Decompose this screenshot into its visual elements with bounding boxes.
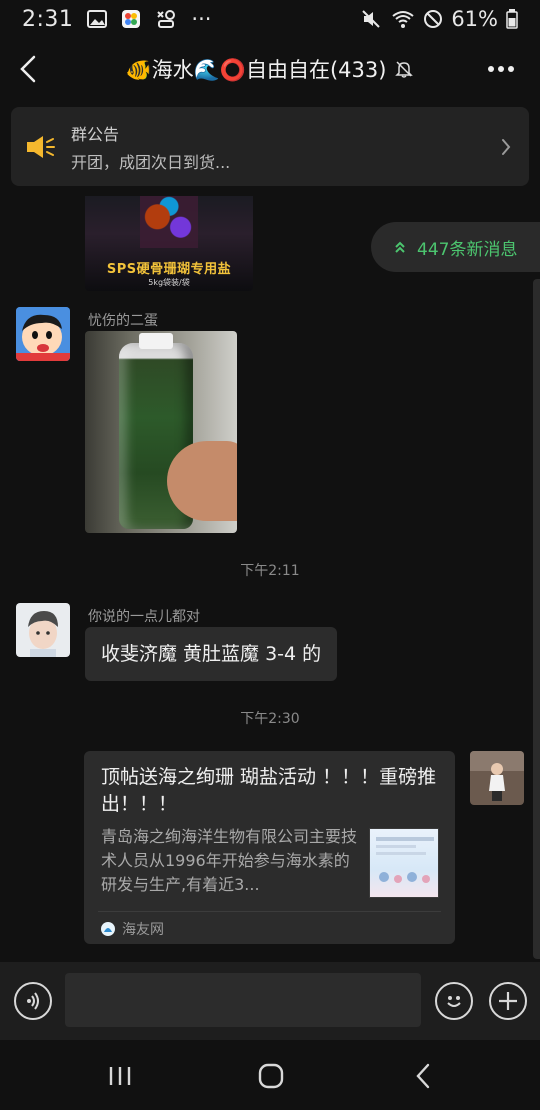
speaker-icon [11, 134, 71, 160]
wifi-icon [391, 9, 415, 29]
emoji-icon [447, 996, 461, 1007]
more-button[interactable] [484, 50, 518, 88]
sender-name: 你说的一点儿都对 [88, 609, 200, 625]
cartoon-avatar-icon [16, 307, 70, 361]
photos-app-icon [121, 9, 141, 29]
hand-image [167, 441, 237, 521]
person-photo-icon [470, 751, 524, 805]
message-input[interactable] [65, 973, 421, 1027]
recents-icon [109, 1067, 131, 1085]
person-avatar-icon [16, 603, 70, 657]
do-not-disturb-icon [423, 9, 443, 29]
image-message-bottle[interactable] [85, 331, 237, 533]
text-message-bubble[interactable]: 收斐济魔 黄肚蓝魔 3-4 的 [85, 627, 338, 681]
input-bar [0, 962, 540, 1040]
battery-percent: 61% [451, 7, 498, 31]
voice-button[interactable] [14, 982, 52, 1020]
sender-name: 忧伤的二蛋 [88, 313, 158, 329]
link-card-source: 海友网 [100, 919, 164, 939]
announcement-text: 群公告 开团，成团次日到货... [71, 121, 483, 173]
status-more-indicator: ··· [191, 7, 212, 31]
emoji-button[interactable] [435, 982, 473, 1020]
chevron-right-icon [483, 138, 529, 156]
group-announcement[interactable]: 群公告 开团，成团次日到货... [11, 107, 529, 186]
avatar[interactable] [16, 603, 70, 657]
image-caption: SPS硬骨珊瑚专用盐 [106, 262, 232, 277]
more-dots-icon [488, 66, 514, 72]
image-message-salt[interactable]: SPS硬骨珊瑚专用盐 5kg袋装/袋 [85, 196, 253, 291]
bottle-cap [139, 333, 173, 349]
recents-button[interactable] [90, 1056, 150, 1096]
image-subcaption: 5kg袋装/袋 [148, 278, 190, 287]
scrollbar[interactable] [533, 279, 540, 959]
announcement-body: 开团，成团次日到货... [71, 152, 231, 172]
site-logo-icon [101, 922, 115, 936]
product-image [140, 196, 198, 248]
status-time: 2:31 [22, 6, 74, 32]
timestamp: 下午2:11 [240, 563, 300, 579]
gallery-icon [87, 10, 108, 28]
chat-header: 🐠海水🌊⭕自由自在(433) [0, 38, 540, 100]
self-avatar[interactable] [470, 751, 524, 805]
plus-button[interactable] [489, 982, 527, 1020]
avatar[interactable] [16, 307, 70, 361]
link-card-thumbnail [369, 828, 439, 898]
status-right: 61% [361, 7, 518, 31]
announcement-title: 群公告 [71, 124, 120, 144]
link-card-description: 青岛海之绚海洋生物有限公司主要技术人员从1996年开始参与海水素的研发与生产,有… [101, 827, 358, 894]
link-card-message[interactable]: 顶帖送海之绚珊 瑚盐活动 ！！！重磅推出！！！ 青岛海之绚海洋生物有限公司主要技… [84, 751, 455, 944]
message-text: 收斐济魔 黄肚蓝魔 3-4 的 [101, 643, 322, 665]
double-chevron-up-icon [395, 241, 405, 253]
link-card-title: 顶帖送海之绚珊 瑚盐活动 ！！！重磅推出！！！ [101, 766, 437, 815]
navigation-bar [0, 1040, 540, 1110]
chevron-left-icon [20, 55, 36, 83]
nav-back-button[interactable] [393, 1056, 453, 1096]
sound-off-icon [361, 9, 383, 29]
new-messages-button[interactable]: 447条新消息 [371, 222, 540, 272]
voice-icon [27, 992, 39, 1010]
chat-title-text: 🐠海水🌊⭕自由自在(433) [125, 58, 387, 82]
plus-icon [499, 992, 517, 1010]
divider [98, 911, 441, 912]
home-button[interactable] [241, 1056, 301, 1096]
link-card-source-name: 海友网 [122, 922, 164, 938]
battery-icon [506, 9, 518, 29]
timestamp: 下午2:30 [240, 711, 300, 727]
back-icon [416, 1063, 430, 1089]
back-button[interactable] [12, 50, 44, 88]
status-bar: 2:31 ··· 61% [0, 0, 540, 38]
network-glyph-icon [155, 9, 177, 29]
bell-off-icon [394, 59, 414, 79]
home-icon [258, 1063, 284, 1089]
chat-title: 🐠海水🌊⭕自由自在(433) [60, 38, 480, 100]
new-messages-label: 447条新消息 [417, 239, 518, 260]
status-left: 2:31 ··· [22, 7, 211, 32]
